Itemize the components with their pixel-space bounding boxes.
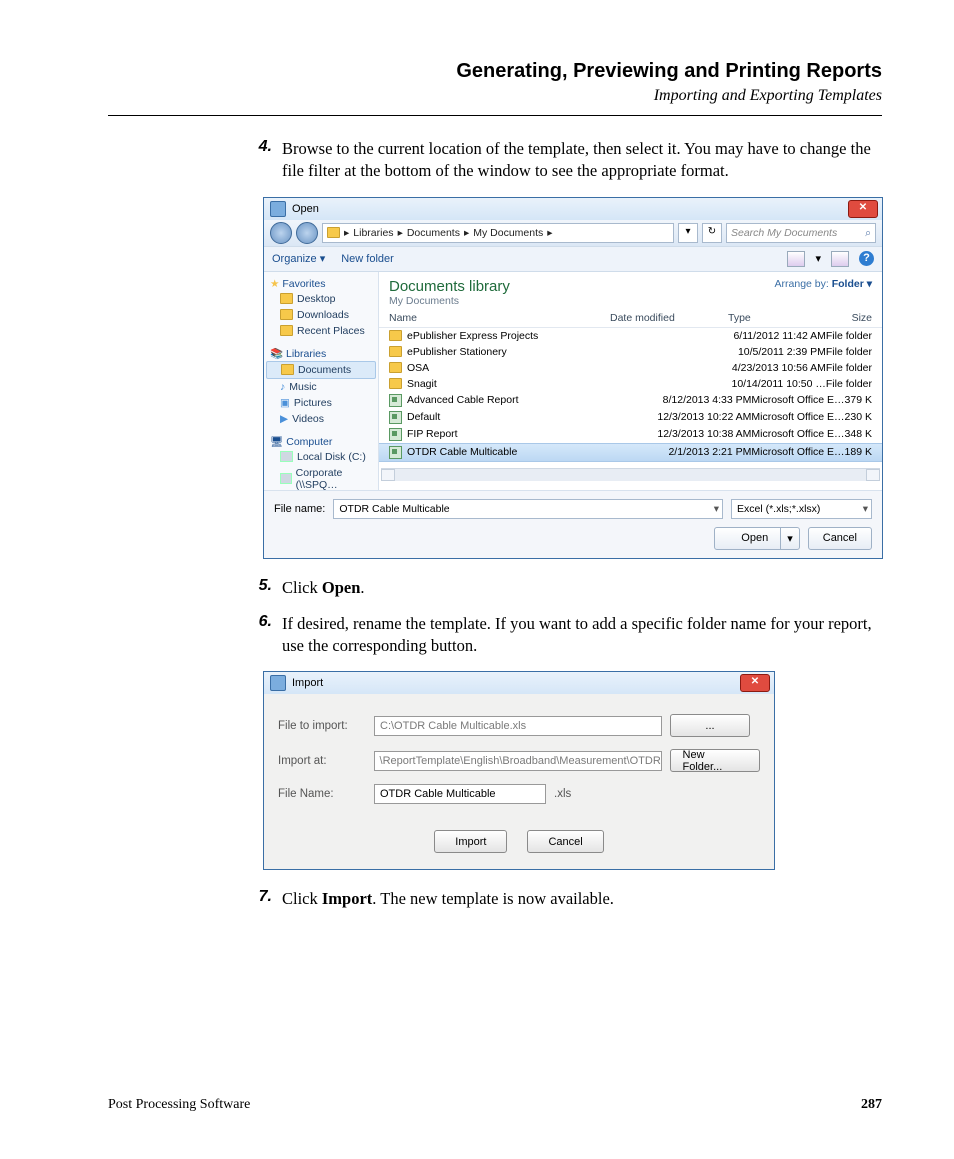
dropdown-icon[interactable]: ▾	[678, 223, 698, 243]
window-title: Import	[292, 677, 323, 689]
step-num: 7.	[238, 888, 272, 910]
filename-combo[interactable]: OTDR Cable Multicable	[333, 499, 723, 519]
sidebar-item[interactable]: Desktop	[266, 291, 376, 307]
header-rule	[108, 115, 882, 116]
arrange-by-button[interactable]: Folder ▾	[832, 278, 872, 290]
preview-icon[interactable]	[831, 251, 849, 267]
breadcrumb[interactable]: ▸Libraries ▸Documents ▸My Documents▸	[322, 223, 674, 243]
step-num: 6.	[238, 613, 272, 658]
step-text: Click Import. The new template is now av…	[282, 888, 614, 910]
back-button[interactable]	[270, 222, 292, 244]
folder-icon	[327, 227, 340, 238]
folder-icon	[389, 362, 402, 373]
sidebar-item[interactable]: ♪Music	[266, 379, 376, 395]
file-name-input[interactable]: OTDR Cable Multicable	[374, 784, 546, 804]
organize-button[interactable]: Organize ▾	[272, 252, 325, 265]
titlebar[interactable]: Open ✕	[264, 198, 882, 220]
refresh-icon[interactable]: ↻	[702, 223, 722, 243]
folder-icon	[389, 346, 402, 357]
step-num: 4.	[238, 138, 272, 183]
titlebar[interactable]: Import ✕	[264, 672, 774, 694]
new-folder-button[interactable]: New Folder...	[670, 749, 760, 772]
sidebar-item[interactable]: Local Disk (C:)	[266, 449, 376, 465]
sidebar-item[interactable]: ▣Pictures	[266, 395, 376, 411]
import-at-input[interactable]: \ReportTemplate\English\Broadband\Measur…	[374, 751, 662, 771]
open-dialog: Open ✕ ▸Libraries ▸Documents ▸My Documen…	[263, 197, 883, 559]
file-row[interactable]: Advanced Cable Report8/12/2013 4:33 PMMi…	[379, 392, 882, 409]
step-text: If desired, rename the template. If you …	[282, 613, 882, 658]
file-ext-label: .xls	[554, 788, 571, 800]
view-icon[interactable]	[787, 251, 805, 267]
step-text: Click Open.	[282, 577, 365, 599]
cancel-button[interactable]: Cancel	[527, 830, 603, 853]
sidebar-item[interactable]: Downloads	[266, 307, 376, 323]
page-heading: Generating, Previewing and Printing Repo…	[108, 60, 882, 83]
file-row[interactable]: ePublisher Stationery10/5/2011 2:39 PMFi…	[379, 344, 882, 360]
chevron-down-icon: ▾	[780, 528, 799, 549]
footer-title: Post Processing Software	[108, 1097, 250, 1113]
excel-icon	[389, 394, 402, 407]
page-number: 287	[861, 1097, 882, 1113]
page-subtitle: Importing and Exporting Templates	[108, 87, 882, 105]
new-folder-button[interactable]: New folder	[341, 253, 394, 265]
help-icon[interactable]: ?	[859, 251, 874, 266]
step-text: Browse to the current location of the te…	[282, 138, 882, 183]
file-row[interactable]: OTDR Cable Multicable2/1/2013 2:21 PMMic…	[379, 443, 882, 462]
import-at-label: Import at:	[278, 755, 366, 767]
app-icon	[270, 201, 286, 217]
file-row[interactable]: ePublisher Express Projects6/11/2012 11:…	[379, 328, 882, 344]
library-title: Documents library	[389, 278, 510, 295]
file-row[interactable]: Snagit10/14/2011 10:50 …File folder	[379, 376, 882, 392]
sidebar-item[interactable]: ▶Videos	[266, 411, 376, 427]
folder-icon	[389, 378, 402, 389]
import-button[interactable]: Import	[434, 830, 507, 853]
search-input[interactable]: Search My Documents	[726, 223, 876, 243]
file-row[interactable]: FIP Report12/3/2013 10:38 AMMicrosoft Of…	[379, 426, 882, 443]
file-to-import-input[interactable]: C:\OTDR Cable Multicable.xls	[374, 716, 662, 736]
excel-icon	[389, 411, 402, 424]
sidebar-item[interactable]: Recent Places	[266, 323, 376, 339]
forward-button[interactable]	[296, 222, 318, 244]
window-title: Open	[292, 203, 319, 215]
folder-icon	[389, 330, 402, 341]
file-name-label: File Name:	[278, 788, 366, 800]
column-headers[interactable]: NameDate modifiedTypeSize	[379, 309, 882, 328]
app-icon	[270, 675, 286, 691]
cancel-button[interactable]: Cancel	[808, 527, 872, 550]
file-row[interactable]: OSA4/23/2013 10:56 AMFile folder	[379, 360, 882, 376]
sidebar: ★ Favorites Desktop Downloads Recent Pla…	[264, 272, 379, 490]
step-num: 5.	[238, 577, 272, 599]
excel-icon	[389, 428, 402, 441]
close-icon[interactable]: ✕	[740, 674, 770, 692]
scrollbar[interactable]	[381, 468, 880, 481]
browse-button[interactable]: ...	[670, 714, 750, 737]
file-row[interactable]: Default12/3/2013 10:22 AMMicrosoft Offic…	[379, 409, 882, 426]
filename-label: File name:	[274, 503, 325, 515]
sidebar-item[interactable]: Corporate (\\SPQ…	[266, 465, 376, 490]
excel-icon	[389, 446, 402, 459]
open-button[interactable]: Open▾	[714, 527, 799, 550]
sidebar-item-documents[interactable]: Documents	[266, 361, 376, 379]
close-icon[interactable]: ✕	[848, 200, 878, 218]
import-dialog: Import ✕ File to import: C:\OTDR Cable M…	[263, 671, 775, 870]
filter-combo[interactable]: Excel (*.xls;*.xlsx)	[731, 499, 872, 519]
file-to-import-label: File to import:	[278, 720, 366, 732]
